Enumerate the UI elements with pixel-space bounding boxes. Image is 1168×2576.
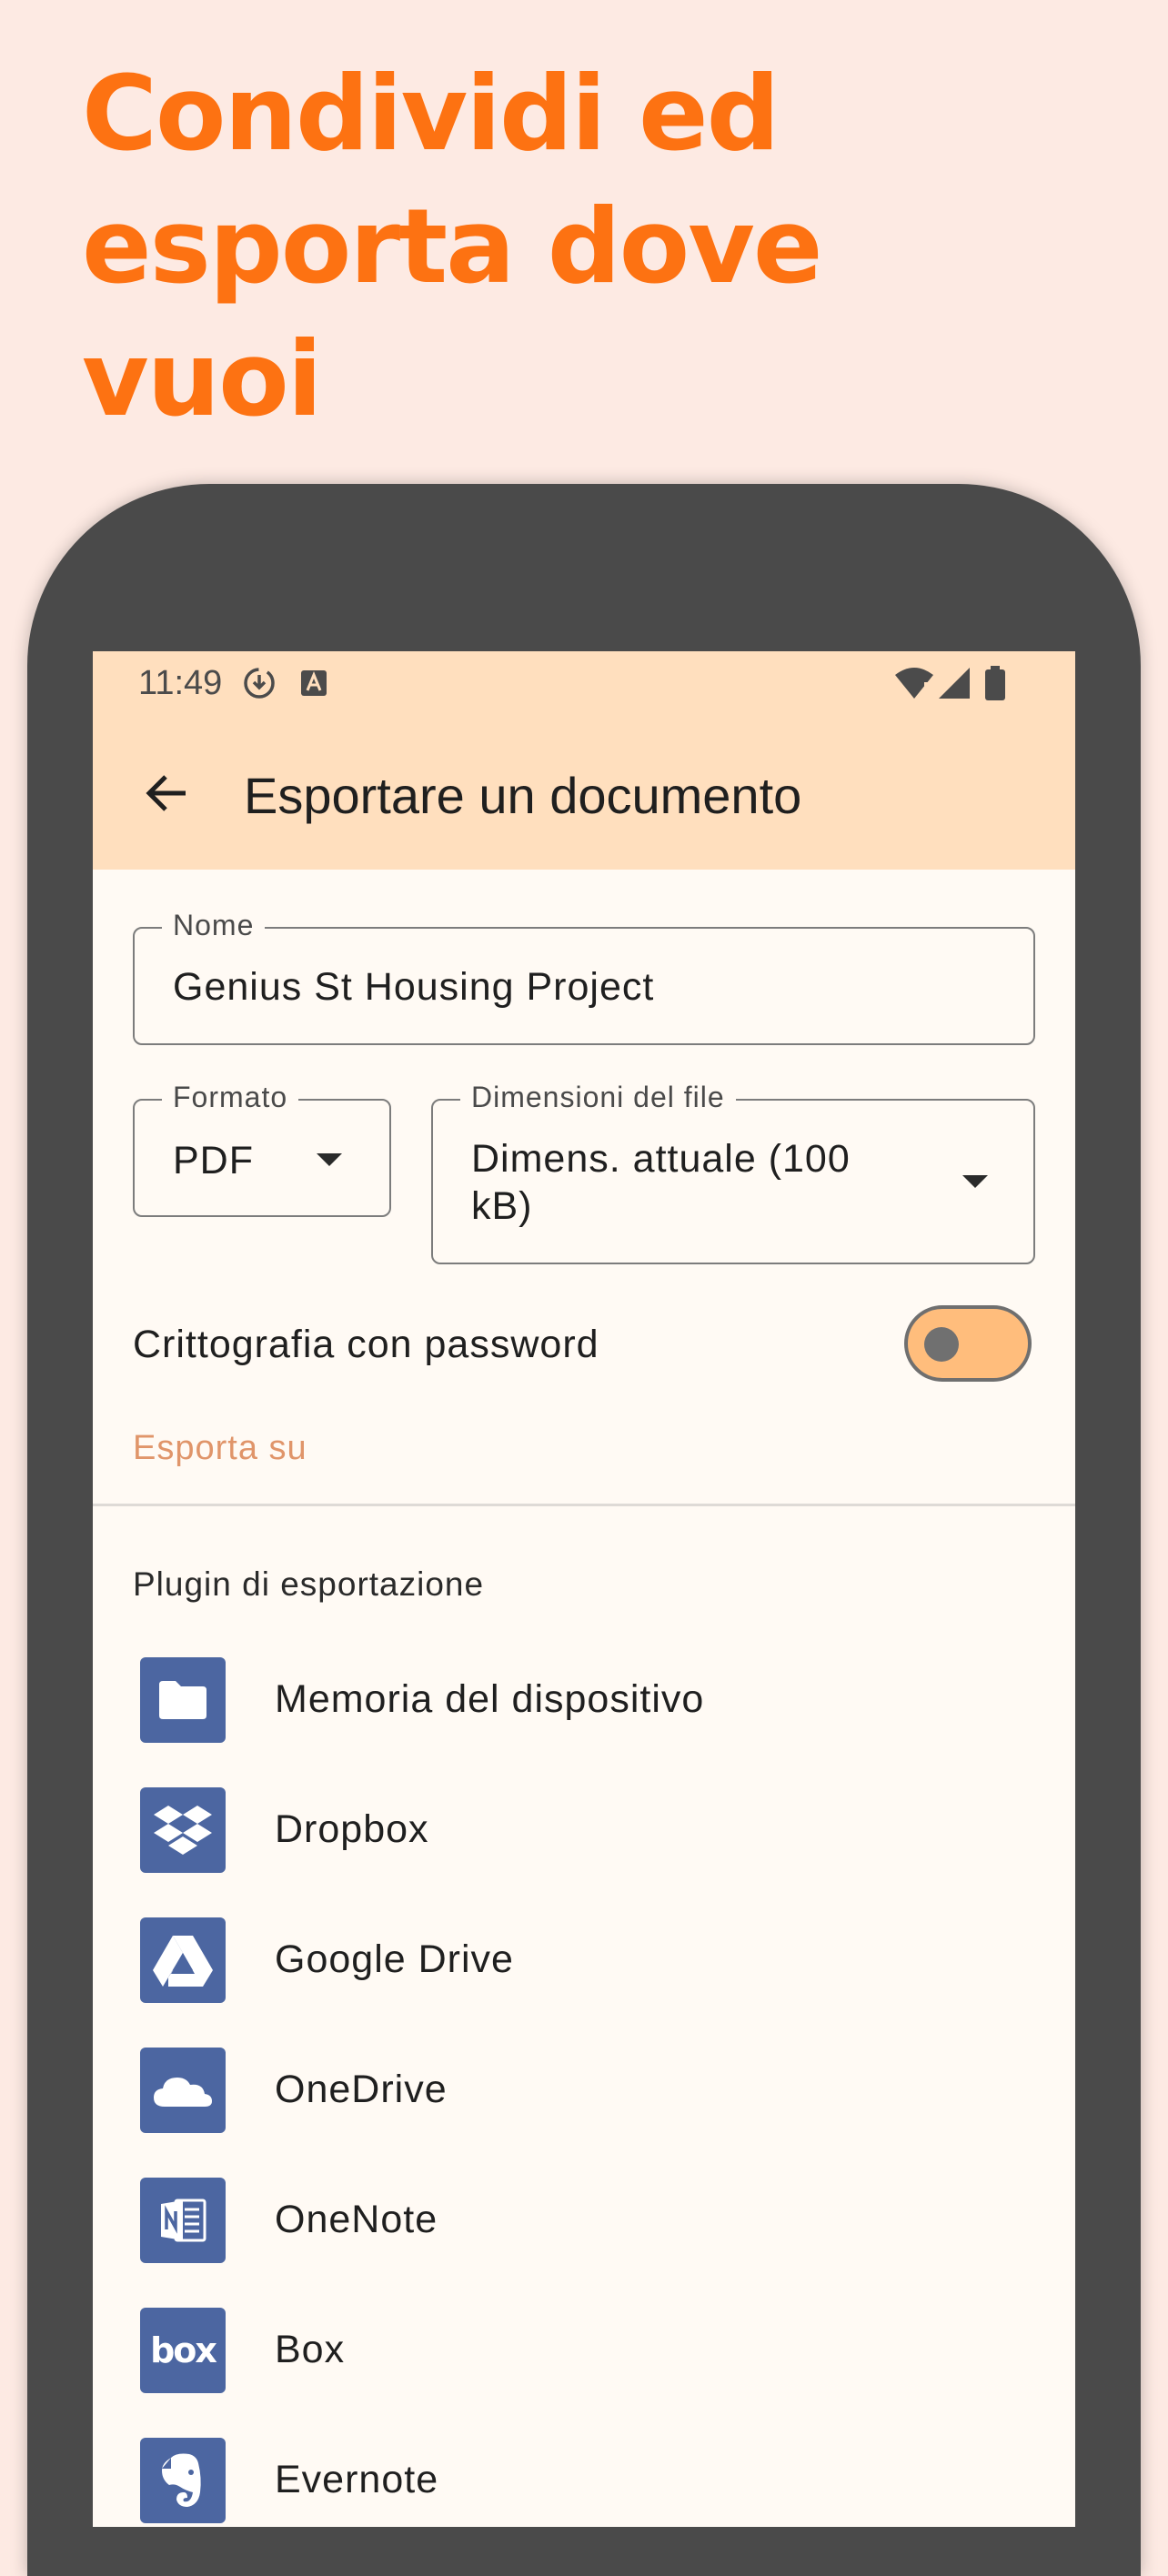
- headline-line-3: vuoi: [82, 319, 322, 439]
- toggle-knob: [924, 1327, 959, 1362]
- folder-icon: [140, 1657, 226, 1743]
- file-size-value-line1: Dimens. attuale (100: [471, 1137, 851, 1181]
- phone-screen: 11:49 Esportare un documento Nome Genius…: [93, 651, 1075, 2527]
- name-field[interactable]: Nome Genius St Housing Project: [133, 909, 1035, 1045]
- plugin-item-box[interactable]: box Box: [93, 2293, 1075, 2410]
- format-select-value: PDF: [173, 1139, 254, 1182]
- battery-icon: [985, 666, 1005, 700]
- plugin-label: Memoria del dispositivo: [275, 1677, 705, 1721]
- divider: [93, 1504, 1075, 1506]
- box-logo-text: box: [150, 2330, 217, 2370]
- wifi-alert-icon: [895, 668, 933, 699]
- plugin-label: OneNote: [275, 2198, 438, 2241]
- headline-line-2: esporta dove: [82, 186, 823, 307]
- google-drive-icon: [140, 1917, 226, 2003]
- plugin-item-dropbox[interactable]: Dropbox: [93, 1773, 1075, 1889]
- plugin-item-device-storage[interactable]: Memoria del dispositivo: [93, 1643, 1075, 1759]
- format-select-label: Formato: [162, 1081, 299, 1114]
- file-size-select[interactable]: Dimensioni del file Dimens. attuale (100…: [431, 1081, 1035, 1264]
- status-time: 11:49: [138, 664, 223, 702]
- file-size-value-line2: kB): [471, 1184, 533, 1228]
- plugins-title: Plugin di esportazione: [133, 1565, 485, 1603]
- name-field-value[interactable]: Genius St Housing Project: [173, 965, 654, 1010]
- page-title: Esportare un documento: [244, 767, 802, 824]
- arrow-back-icon[interactable]: [138, 764, 196, 822]
- plugin-label: Evernote: [275, 2458, 439, 2501]
- box-icon: box: [140, 2308, 226, 2393]
- app-bar: Esportare un documento: [93, 717, 1075, 870]
- plugin-label: Google Drive: [275, 1937, 514, 1981]
- evernote-icon: [140, 2438, 226, 2523]
- export-section-label: Esporta su: [133, 1429, 307, 1467]
- plugin-label: Box: [275, 2328, 346, 2371]
- headline-line-1: Condividi ed: [82, 54, 780, 174]
- plugin-item-evernote[interactable]: Evernote: [93, 2423, 1075, 2527]
- chevron-down-icon: [962, 1175, 988, 1188]
- file-size-select-label: Dimensioni del file: [460, 1081, 736, 1114]
- chevron-down-icon: [317, 1153, 342, 1166]
- name-field-label: Nome: [162, 909, 266, 942]
- plugin-item-google-drive[interactable]: Google Drive: [93, 1903, 1075, 2019]
- plugin-label: Dropbox: [275, 1807, 429, 1851]
- plugin-item-onedrive[interactable]: OneDrive: [93, 2033, 1075, 2149]
- status-bar: 11:49: [93, 651, 1075, 717]
- encryption-toggle[interactable]: [904, 1305, 1032, 1382]
- dropbox-icon: [140, 1787, 226, 1873]
- plugin-label: OneDrive: [275, 2068, 448, 2111]
- plugin-item-onenote[interactable]: OneNote: [93, 2163, 1075, 2279]
- signal-icon: [939, 668, 970, 699]
- download-circle-icon: [244, 668, 275, 699]
- encryption-label: Crittografia con password: [133, 1323, 599, 1366]
- onenote-icon: [140, 2178, 226, 2263]
- text-a-icon: [301, 670, 327, 696]
- onedrive-icon: [140, 2048, 226, 2133]
- format-select[interactable]: Formato PDF: [133, 1081, 391, 1217]
- promo-headline: Condividi ed esporta dove vuoi: [82, 47, 1082, 446]
